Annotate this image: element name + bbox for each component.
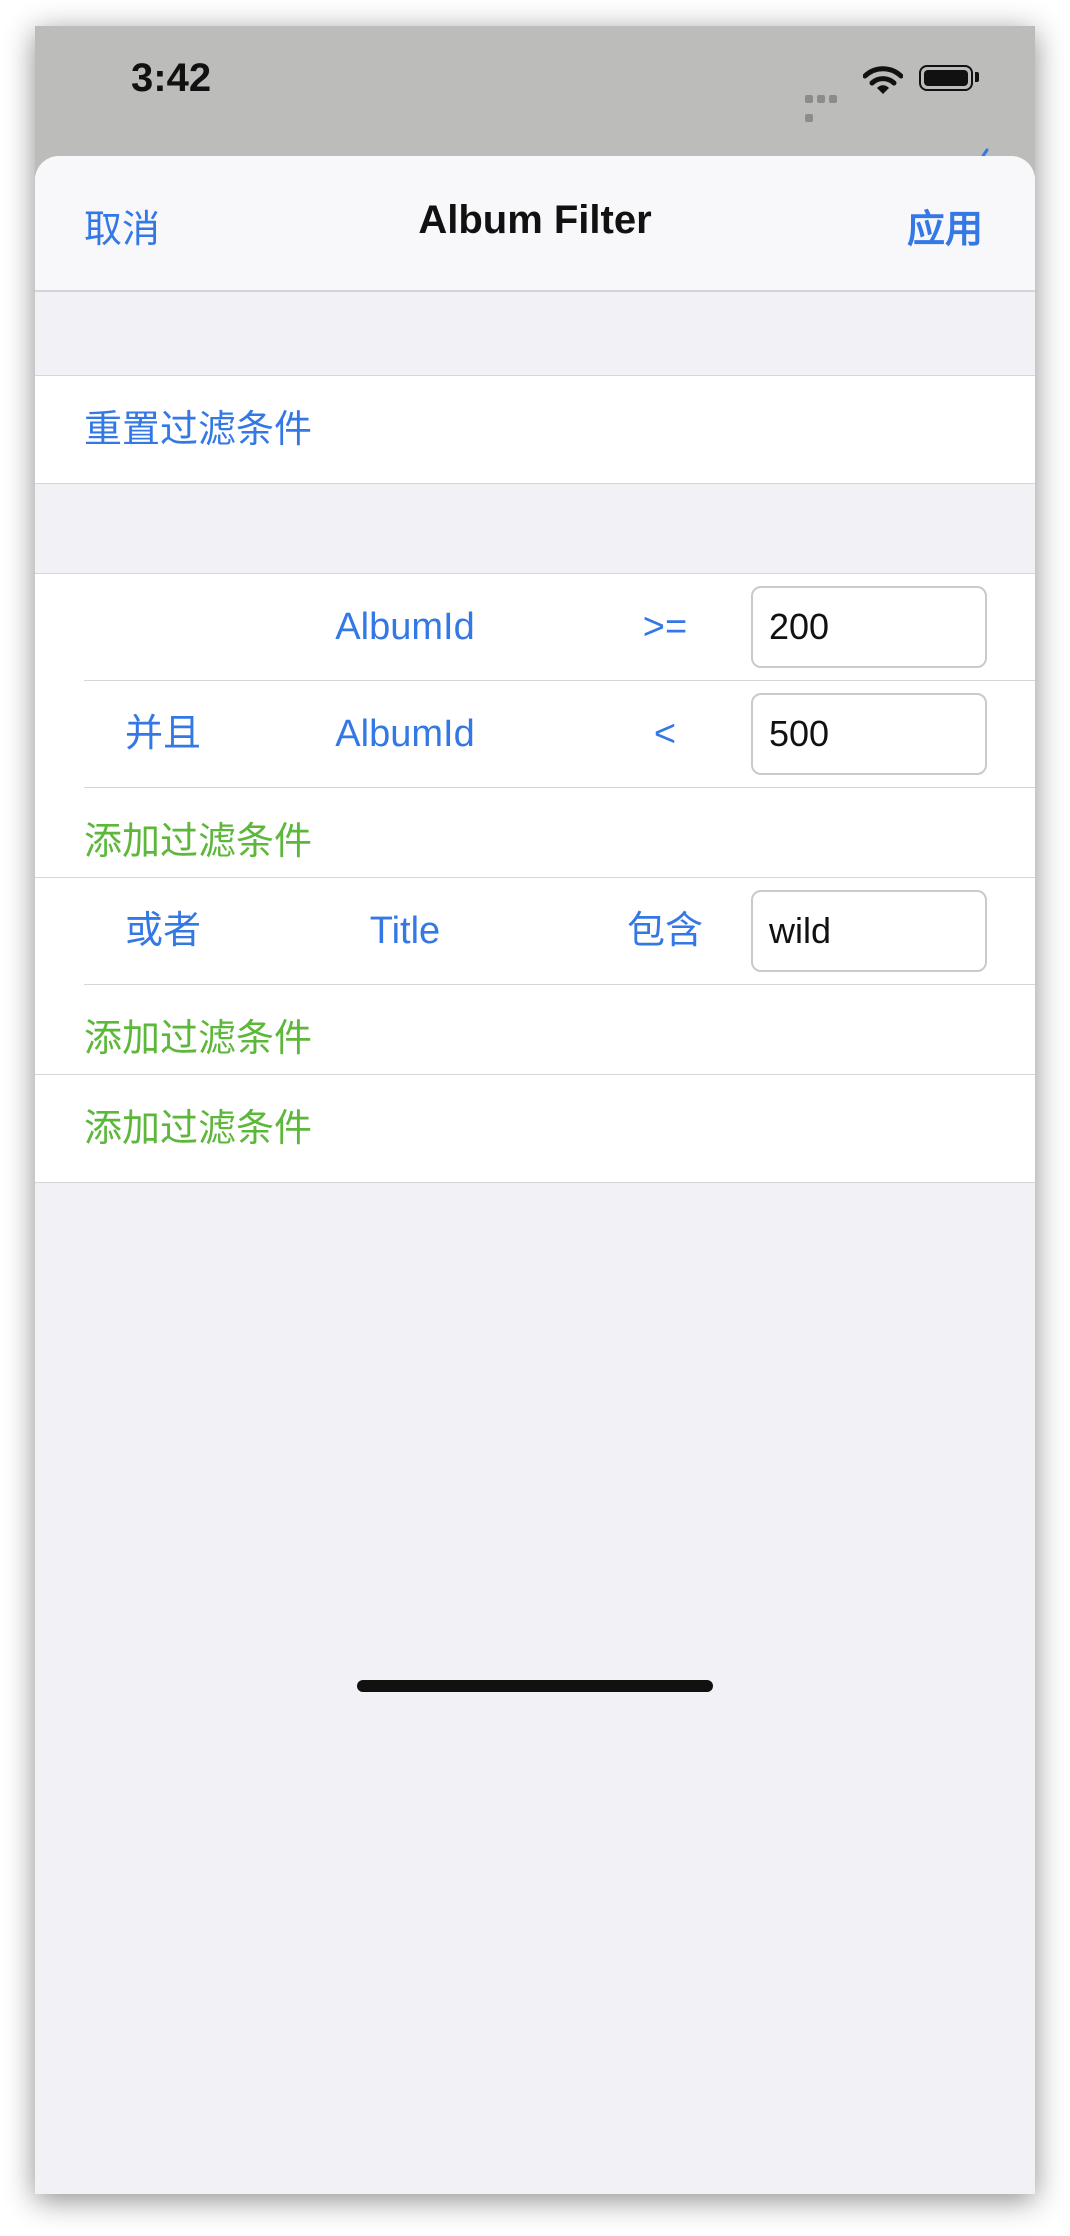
operator-selector[interactable]: >= bbox=[545, 604, 785, 650]
filter-group-2: 或者 Title 包含 wild 添加过滤条件 bbox=[35, 877, 1035, 1093]
battery-icon bbox=[919, 65, 973, 91]
filter-condition-row: AlbumId >= 200 bbox=[35, 574, 1035, 681]
add-filter-row[interactable]: 添加过滤条件 bbox=[35, 1075, 1035, 1182]
add-filter-button[interactable]: 添加过滤条件 bbox=[84, 1015, 312, 1061]
filter-condition-row: 或者 Title 包含 wild bbox=[35, 878, 1035, 985]
field-selector[interactable]: AlbumId bbox=[265, 711, 545, 757]
reset-section: 重置过滤条件 bbox=[35, 375, 1035, 484]
reset-filters-button[interactable]: 重置过滤条件 bbox=[84, 406, 312, 452]
operator-selector[interactable]: < bbox=[545, 711, 785, 757]
add-filter-button[interactable]: 添加过滤条件 bbox=[84, 1105, 312, 1151]
status-time: 3:42 bbox=[131, 56, 212, 100]
filter-group-1: AlbumId >= 200 并且 AlbumId < 500 添加过滤条件 bbox=[35, 573, 1035, 896]
apply-button[interactable]: 应用 bbox=[907, 198, 983, 253]
device-frame: 3:42 取消 Album Filter 应用 重置过滤条件 AlbumId >… bbox=[35, 26, 1035, 2194]
filter-group-3: 添加过滤条件 bbox=[35, 1074, 1035, 1183]
operator-selector[interactable]: 包含 bbox=[545, 908, 785, 954]
filter-sheet: 取消 Album Filter 应用 重置过滤条件 AlbumId >= 200… bbox=[35, 156, 1035, 2194]
battery-cap bbox=[975, 72, 979, 82]
value-input[interactable]: 200 bbox=[751, 586, 987, 668]
page-title: Album Filter bbox=[418, 198, 652, 242]
add-filter-button[interactable]: 添加过滤条件 bbox=[84, 818, 312, 864]
status-bar: 3:42 bbox=[35, 26, 1035, 158]
logic-selector[interactable]: 并且 bbox=[93, 711, 233, 757]
logic-selector[interactable]: 或者 bbox=[93, 908, 233, 954]
wifi-icon bbox=[862, 66, 904, 100]
navigation-bar: 取消 Album Filter 应用 bbox=[35, 156, 1035, 292]
value-input[interactable]: 500 bbox=[751, 693, 987, 775]
field-selector[interactable]: Title bbox=[265, 908, 545, 954]
field-selector[interactable]: AlbumId bbox=[265, 604, 545, 650]
cellular-signal-icon bbox=[805, 88, 851, 122]
home-indicator[interactable] bbox=[357, 1680, 713, 1692]
filter-condition-row: 并且 AlbumId < 500 bbox=[35, 681, 1035, 788]
reset-filters-row[interactable]: 重置过滤条件 bbox=[35, 376, 1035, 483]
value-input[interactable]: wild bbox=[751, 890, 987, 972]
